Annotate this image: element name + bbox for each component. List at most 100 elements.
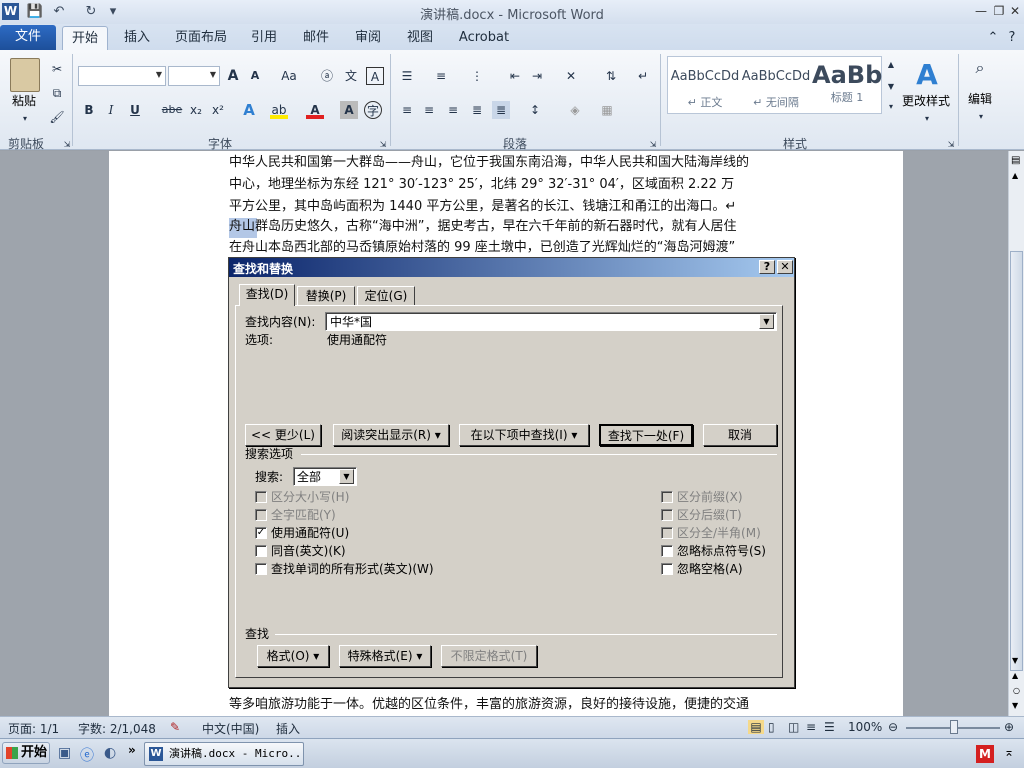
search-direction-dropdown-icon[interactable]: ▼ [339, 469, 354, 484]
copy-icon[interactable]: ⧉ [48, 84, 66, 102]
shrink-font-icon[interactable]: A [246, 67, 264, 85]
reading-highlight-button[interactable]: 阅读突出显示(R) ▾ [333, 424, 449, 446]
font-name-combo[interactable]: ▼ [78, 66, 166, 86]
show-marks-icon[interactable]: ↵ [634, 67, 652, 85]
change-styles-button[interactable]: 更改样式 [902, 94, 950, 108]
tab-acrobat[interactable]: Acrobat [452, 26, 516, 50]
grow-font-icon[interactable]: A [224, 67, 242, 85]
tab-view[interactable]: 视图 [400, 26, 440, 50]
minimize-icon[interactable]: — [972, 3, 990, 19]
close-icon[interactable]: ✕ [1006, 3, 1024, 19]
full-screen-reading-icon[interactable]: ▯ [768, 720, 775, 734]
scroll-up-icon[interactable]: ▲ [1012, 171, 1018, 180]
ignore-space-checkbox[interactable] [661, 563, 673, 575]
strikethrough-button[interactable]: abe [160, 101, 184, 119]
whole-word-checkbox[interactable] [255, 509, 267, 521]
next-page-icon[interactable]: ▼ [1012, 701, 1018, 710]
ruler-toggle-icon[interactable]: ▤ [1011, 155, 1020, 166]
multilevel-list-icon[interactable]: ⋮ [468, 67, 486, 85]
ribbon-collapse-icon[interactable]: ⌃ [986, 26, 1000, 50]
match-width-checkbox[interactable] [661, 527, 673, 539]
paste-button[interactable]: 粘贴 [12, 94, 36, 108]
zoom-out-icon[interactable]: ⊖ [888, 720, 898, 734]
bullets-icon[interactable]: ☰ [398, 67, 416, 85]
paste-dropdown-icon[interactable]: ▾ [16, 110, 34, 128]
zoom-slider-thumb[interactable] [950, 720, 958, 734]
special-button[interactable]: 特殊格式(E) ▾ [339, 645, 431, 667]
shading-icon[interactable]: ◈ [566, 101, 584, 119]
find-next-button[interactable]: 查找下一处(F) [599, 424, 693, 446]
print-layout-view-icon[interactable]: ▤ [748, 720, 764, 734]
prev-page-icon[interactable]: ▲ [1012, 671, 1018, 680]
increase-indent-icon[interactable]: ⇥ [528, 67, 546, 85]
align-right-icon[interactable]: ≡ [444, 101, 462, 119]
find-history-dropdown-icon[interactable]: ▼ [759, 314, 774, 329]
tab-find[interactable]: 查找(D) [239, 284, 295, 306]
character-shading-icon[interactable]: A [340, 101, 358, 119]
phonetic-guide-icon[interactable]: 文 [342, 67, 360, 85]
cancel-button[interactable]: 取消 [703, 424, 777, 446]
tab-mailings[interactable]: 邮件 [296, 26, 336, 50]
underline-button[interactable]: U [126, 101, 144, 119]
styles-more-icon[interactable]: ▾ [882, 98, 900, 112]
change-case-icon[interactable]: Aa [278, 67, 300, 85]
word-count[interactable]: 字数: 2/1,048 [78, 720, 156, 737]
editing-button[interactable]: 编辑 [968, 92, 992, 106]
style-no-spacing[interactable]: AaBbCcDd ↵ 无间隔 [741, 59, 811, 111]
style-heading-1[interactable]: AaBb 标题 1 [812, 59, 882, 111]
tab-page-layout[interactable]: 页面布局 [170, 26, 232, 50]
decrease-indent-icon[interactable]: ⇤ [506, 67, 524, 85]
align-left-icon[interactable]: ≡ [398, 101, 416, 119]
character-border-icon[interactable]: A [366, 67, 384, 85]
editing-icon[interactable]: ⌕ [968, 58, 992, 82]
less-button[interactable]: << 更少(L) [245, 424, 321, 446]
proofing-icon[interactable]: ✎ [170, 720, 180, 734]
bold-button[interactable]: B [80, 101, 98, 119]
format-painter-icon[interactable]: 🖌 [48, 108, 66, 126]
tab-references[interactable]: 引用 [244, 26, 284, 50]
language-indicator[interactable]: 中文(中国) [202, 720, 259, 737]
find-what-input[interactable]: 中华*国 ▼ [325, 312, 777, 331]
web-layout-icon[interactable]: ◫ [788, 720, 799, 734]
vertical-scrollbar[interactable]: ▤ ▲ ▼ ▲ ○ ▼ [1008, 151, 1024, 716]
change-styles-icon[interactable]: A [912, 58, 942, 91]
font-size-combo[interactable]: ▼ [168, 66, 220, 86]
use-wildcards-checkbox[interactable]: ✓ [255, 527, 267, 539]
tab-home[interactable]: 开始 [62, 26, 108, 50]
tab-goto[interactable]: 定位(G) [357, 286, 415, 306]
change-styles-dropdown-icon[interactable]: ▾ [918, 110, 936, 128]
enclose-characters-icon[interactable]: 字 [364, 101, 382, 119]
styles-scroll-up-icon[interactable]: ▲ [882, 56, 900, 70]
quicklaunch-desktop-icon[interactable]: ▣ [58, 745, 71, 761]
quicklaunch-ie-icon[interactable]: ⓔ [80, 745, 94, 765]
draft-view-icon[interactable]: ☰ [824, 720, 835, 734]
no-formatting-button[interactable]: 不限定格式(T) [441, 645, 537, 667]
find-in-button[interactable]: 在以下项中查找(I) ▾ [459, 424, 589, 446]
taskbar-word-task[interactable]: 演讲稿.docx - Micro... [144, 742, 304, 766]
ignore-punctuation-checkbox[interactable] [661, 545, 673, 557]
cut-icon[interactable]: ✂ [48, 60, 66, 78]
tab-review[interactable]: 审阅 [348, 26, 388, 50]
align-center-icon[interactable]: ≡ [420, 101, 438, 119]
borders-icon[interactable]: ▦ [598, 101, 616, 119]
italic-button[interactable]: I [102, 101, 120, 119]
tab-insert[interactable]: 插入 [118, 26, 156, 50]
match-case-checkbox[interactable] [255, 491, 267, 503]
format-button[interactable]: 格式(O) ▾ [257, 645, 329, 667]
chinese-layout-icon[interactable]: ✕ [562, 67, 580, 85]
numbering-icon[interactable]: ≡ [432, 67, 450, 85]
dialog-close-button[interactable]: ✕ [777, 260, 793, 274]
editing-dropdown-icon[interactable]: ▾ [972, 108, 990, 126]
quicklaunch-media-icon[interactable]: ◐ [104, 745, 116, 761]
outline-view-icon[interactable]: ≡ [806, 720, 816, 734]
text-effects-icon[interactable]: A [240, 101, 258, 119]
dialog-help-button[interactable]: ? [759, 260, 775, 274]
subscript-button[interactable]: x₂ [186, 101, 206, 119]
quicklaunch-more-icon[interactable]: » [128, 743, 136, 757]
highlight-color-icon[interactable]: ab [270, 101, 288, 119]
sounds-like-checkbox[interactable] [255, 545, 267, 557]
line-spacing-icon[interactable]: ↕ [526, 101, 544, 119]
font-color-icon[interactable]: A [306, 101, 324, 119]
sort-icon[interactable]: ⇅ [602, 67, 620, 85]
zoom-in-icon[interactable]: ⊕ [1004, 720, 1014, 734]
